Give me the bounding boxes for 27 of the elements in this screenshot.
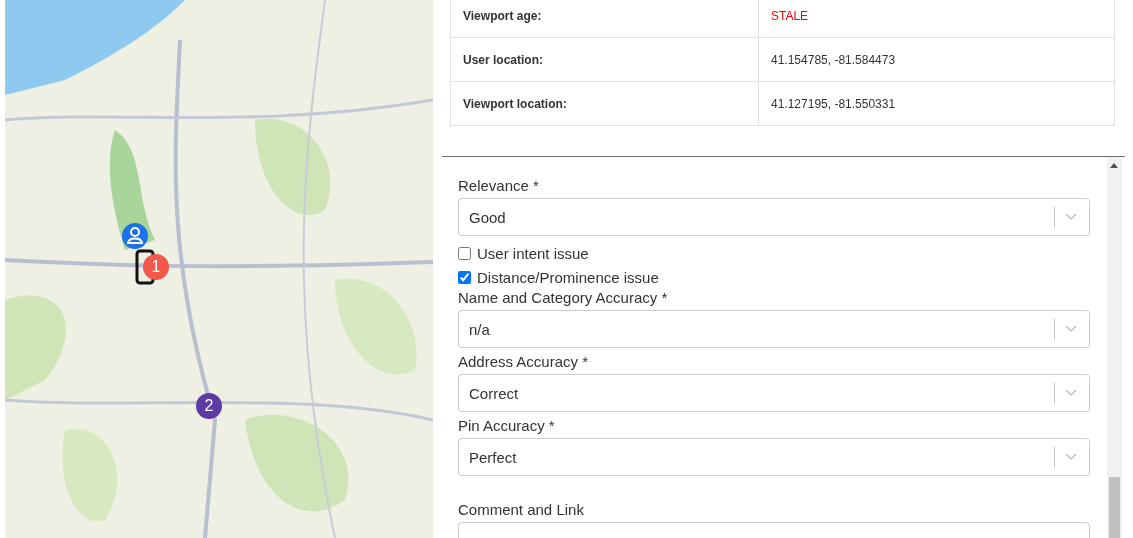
table-cell: 41.127195, -81.550331 [758, 81, 1115, 126]
table-cell: Viewport location: [450, 81, 759, 126]
chevron-down-icon [1065, 213, 1077, 221]
person-marker-icon[interactable] [121, 222, 149, 250]
field-label: Address Accuracy * [458, 353, 590, 370]
scrollbar-thumb[interactable] [1109, 477, 1120, 538]
checkbox[interactable] [458, 270, 471, 284]
chevron-down-icon [1065, 453, 1077, 461]
select-field[interactable]: Good [458, 198, 1090, 236]
chevron-down-icon [1065, 325, 1077, 333]
scrollbar[interactable] [1107, 157, 1122, 538]
field-label: Comment and Link [458, 501, 585, 518]
table-cell: STALE [758, 0, 1115, 38]
field-label: Name and Category Accuracy * [458, 289, 669, 306]
checkbox-label: User intent issue [477, 244, 589, 262]
select-field[interactable]: Perfect [458, 438, 1090, 476]
select-field[interactable]: Correct [458, 374, 1090, 412]
table-cell: User location: [450, 37, 759, 82]
checkbox[interactable] [458, 246, 471, 260]
table-cell: 41.154785, -81.584473 [758, 37, 1115, 82]
checkbox-label: Distance/Prominence issue [477, 268, 659, 286]
select-field[interactable]: n/a [458, 310, 1090, 348]
scroll-up-icon[interactable] [1110, 162, 1118, 168]
field-label: Pin Accuracy * [458, 417, 556, 434]
chevron-down-icon [1065, 389, 1077, 397]
field-label: Relevance * [458, 177, 540, 194]
table-cell: Viewport age: [450, 0, 759, 38]
